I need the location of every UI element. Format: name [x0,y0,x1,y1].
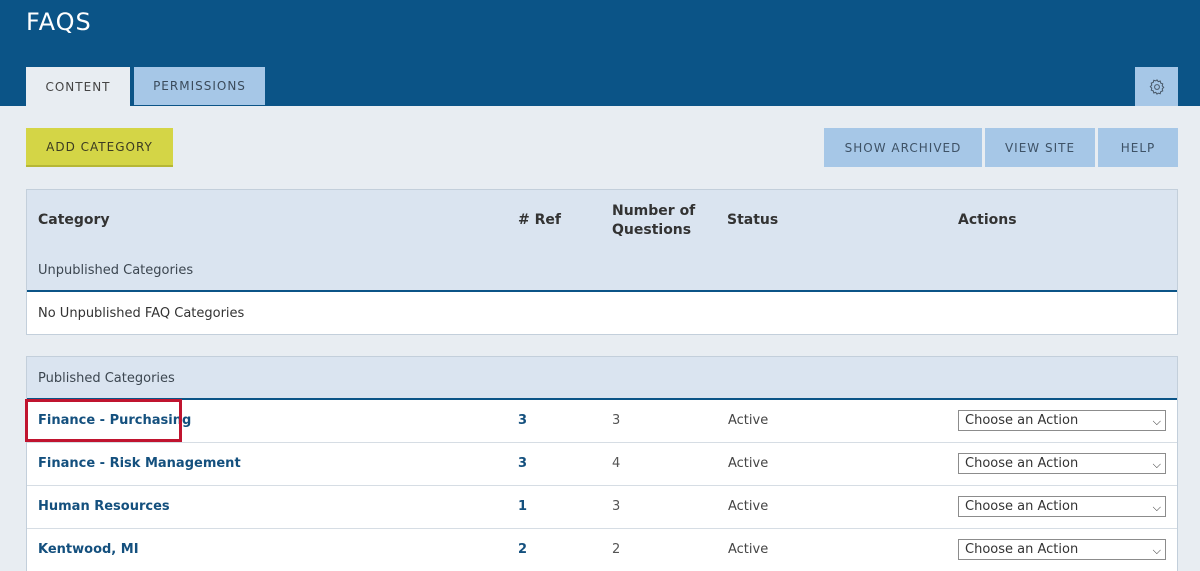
action-select[interactable]: Choose an Action ⌵ [958,539,1166,560]
show-archived-button[interactable]: SHOW ARCHIVED [824,128,982,167]
action-select-value: Choose an Action [965,542,1079,557]
question-count: 4 [612,456,621,471]
help-button[interactable]: HELP [1098,128,1178,167]
ref-link[interactable]: 3 [518,456,527,471]
unpublished-table: Category # Ref Number of Questions Statu… [26,189,1178,335]
ref-link[interactable]: 1 [518,499,527,514]
ref-link[interactable]: 2 [518,542,527,557]
question-count: 2 [612,542,621,557]
empty-row: No Unpublished FAQ Categories [27,292,1177,334]
page-title: FAQS [26,8,92,36]
header-actions: Actions [958,212,1017,228]
empty-message: No Unpublished FAQ Categories [38,306,245,321]
chevron-down-icon: ⌵ [1152,501,1161,514]
chevron-down-icon: ⌵ [1152,544,1161,557]
published-section-label: Published Categories [38,371,175,386]
status-text: Active [728,413,769,428]
published-table: Published Categories Finance - Purchasin… [25,356,1178,571]
chevron-down-icon: ⌵ [1152,458,1161,471]
action-select[interactable]: Choose an Action ⌵ [958,496,1166,517]
action-select-value: Choose an Action [965,456,1079,471]
header-status[interactable]: Status [727,212,778,228]
published-section-header: Published Categories [27,357,1177,400]
category-link[interactable]: Human Resources [38,499,170,514]
status-text: Active [728,542,769,557]
action-select[interactable]: Choose an Action ⌵ [958,410,1166,431]
settings-button[interactable] [1135,67,1178,106]
header-category[interactable]: Category [38,212,110,228]
question-count: 3 [612,499,621,514]
unpublished-section-label: Unpublished Categories [38,263,194,278]
status-text: Active [728,499,769,514]
action-select-value: Choose an Action [965,413,1079,428]
gear-icon [1149,78,1164,95]
status-text: Active [728,456,769,471]
table-row: Finance - Purchasing 3 3 Active Choose a… [25,399,1177,443]
ref-link[interactable]: 3 [518,413,527,428]
chevron-down-icon: ⌵ [1152,415,1161,428]
action-select-value: Choose an Action [965,499,1079,514]
table-row: Finance - Risk Management 3 4 Active Cho… [27,443,1177,486]
add-category-button[interactable]: ADD CATEGORY [26,128,173,167]
view-site-button[interactable]: VIEW SITE [985,128,1095,167]
category-link[interactable]: Kentwood, MI [38,542,139,557]
category-link[interactable]: Finance - Purchasing [38,413,191,428]
table-header: Category # Ref Number of Questions Statu… [27,190,1177,292]
tab-content[interactable]: CONTENT [26,67,130,106]
action-select[interactable]: Choose an Action ⌵ [958,453,1166,474]
question-count: 3 [612,413,621,428]
header-number-of-questions[interactable]: Number of Questions [612,202,712,240]
tab-permissions[interactable]: PERMISSIONS [134,67,265,105]
header: FAQS CONTENT PERMISSIONS [0,0,1200,106]
table-row: Kentwood, MI 2 2 Active Choose an Action… [27,529,1177,571]
header-ref[interactable]: # Ref [518,212,561,228]
category-link[interactable]: Finance - Risk Management [38,456,241,471]
table-row: Human Resources 1 3 Active Choose an Act… [27,486,1177,529]
